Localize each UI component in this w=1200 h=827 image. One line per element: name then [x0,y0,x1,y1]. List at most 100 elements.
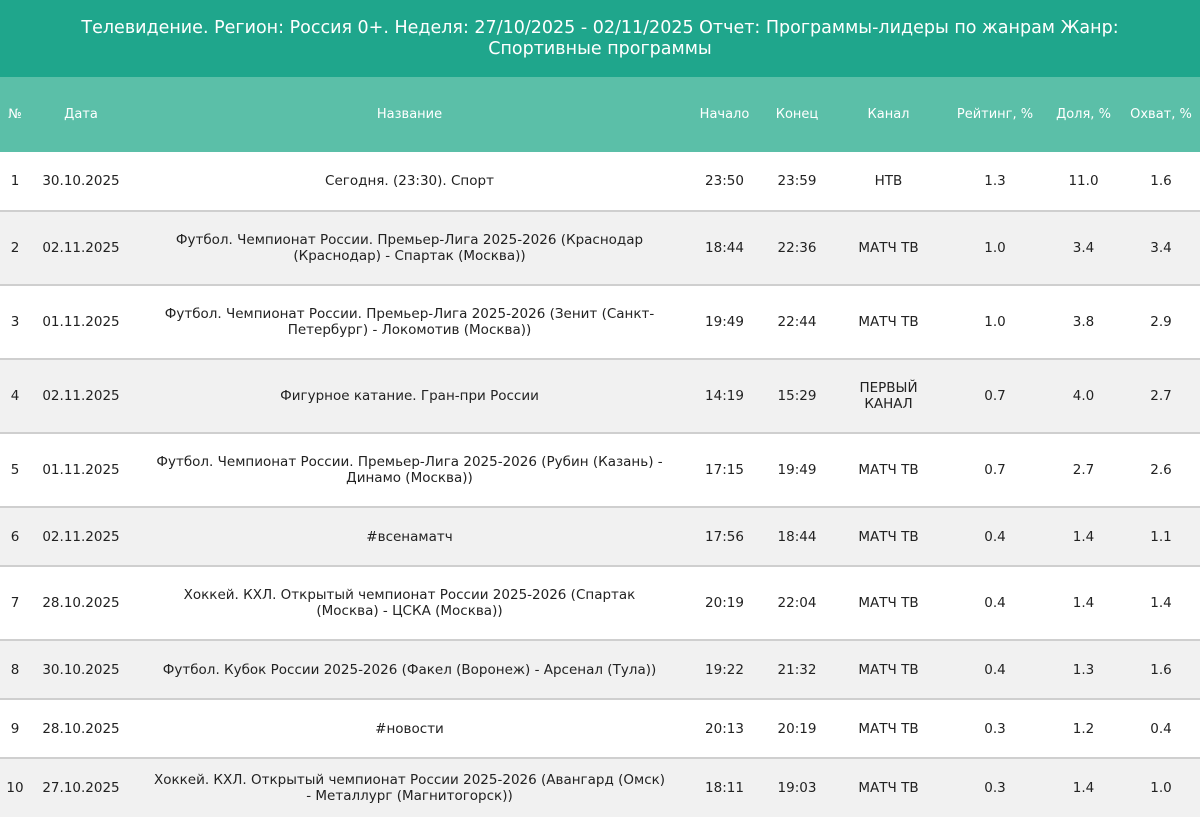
cell-start: 18:44 [687,211,762,286]
cell-date: 28.10.2025 [30,699,132,759]
cell-name: Хоккей. КХЛ. Открытый чемпионат России 2… [132,758,687,817]
cell-channel: МАТЧ ТВ [832,285,945,360]
cell-name: Сегодня. (23:30). Спорт [132,152,687,212]
cell-start: 17:56 [687,507,762,567]
cell-rating: 0.7 [945,433,1045,508]
cell-number: 4 [0,359,30,434]
cell-reach: 2.6 [1122,433,1200,508]
cell-channel: ПЕРВЫЙ КАНАЛ [832,359,945,434]
cell-channel: МАТЧ ТВ [832,640,945,700]
cell-end: 19:49 [762,433,832,508]
cell-reach: 1.4 [1122,566,1200,641]
cell-number: 2 [0,211,30,286]
leaders-table: № Дата Название Начало Конец Канал Рейти… [0,77,1200,817]
cell-end: 20:19 [762,699,832,759]
table-row: 10 27.10.2025 Хоккей. КХЛ. Открытый чемп… [0,758,1200,817]
cell-start: 20:13 [687,699,762,759]
column-header-start: Начало [687,77,762,152]
cell-rating: 0.3 [945,699,1045,759]
table-row: 7 28.10.2025 Хоккей. КХЛ. Открытый чемпи… [0,566,1200,641]
cell-start: 17:15 [687,433,762,508]
column-header-channel: Канал [832,77,945,152]
cell-channel: МАТЧ ТВ [832,758,945,817]
cell-number: 5 [0,433,30,508]
column-header-rating: Рейтинг, % [945,77,1045,152]
cell-share: 1.4 [1045,758,1122,817]
cell-rating: 0.4 [945,566,1045,641]
cell-name: Футбол. Чемпионат России. Премьер-Лига 2… [132,433,687,508]
cell-rating: 1.0 [945,285,1045,360]
table-row: 4 02.11.2025 Фигурное катание. Гран-при … [0,359,1200,434]
cell-reach: 1.6 [1122,640,1200,700]
cell-share: 11.0 [1045,152,1122,212]
column-header-number: № [0,77,30,152]
header-row: № Дата Название Начало Конец Канал Рейти… [0,77,1200,152]
cell-end: 22:04 [762,566,832,641]
cell-reach: 1.1 [1122,507,1200,567]
cell-rating: 1.0 [945,211,1045,286]
cell-date: 28.10.2025 [30,566,132,641]
cell-start: 23:50 [687,152,762,212]
cell-name: #новости [132,699,687,759]
cell-reach: 1.0 [1122,758,1200,817]
cell-share: 3.4 [1045,211,1122,286]
table-row: 1 30.10.2025 Сегодня. (23:30). Спорт 23:… [0,152,1200,212]
table-row: 2 02.11.2025 Футбол. Чемпионат России. П… [0,211,1200,286]
cell-number: 10 [0,758,30,817]
cell-share: 3.8 [1045,285,1122,360]
cell-name: #всенаматч [132,507,687,567]
cell-end: 18:44 [762,507,832,567]
cell-channel: НТВ [832,152,945,212]
column-header-name: Название [132,77,687,152]
cell-channel: МАТЧ ТВ [832,433,945,508]
cell-name: Фигурное катание. Гран-при России [132,359,687,434]
cell-share: 2.7 [1045,433,1122,508]
cell-number: 1 [0,152,30,212]
table-row: 3 01.11.2025 Футбол. Чемпионат России. П… [0,285,1200,360]
cell-rating: 0.3 [945,758,1045,817]
cell-end: 21:32 [762,640,832,700]
cell-rating: 1.3 [945,152,1045,212]
cell-date: 30.10.2025 [30,152,132,212]
cell-end: 15:29 [762,359,832,434]
column-header-reach: Охват, % [1122,77,1200,152]
cell-share: 1.4 [1045,507,1122,567]
cell-date: 01.11.2025 [30,433,132,508]
report-title: Телевидение. Регион: Россия 0+. Неделя: … [0,0,1200,77]
table-row: 5 01.11.2025 Футбол. Чемпионат России. П… [0,433,1200,508]
cell-share: 1.2 [1045,699,1122,759]
cell-number: 3 [0,285,30,360]
cell-end: 22:36 [762,211,832,286]
table-row: 6 02.11.2025 #всенаматч 17:56 18:44 МАТЧ… [0,507,1200,567]
table-header: № Дата Название Начало Конец Канал Рейти… [0,77,1200,152]
cell-start: 19:22 [687,640,762,700]
cell-reach: 0.4 [1122,699,1200,759]
column-header-date: Дата [30,77,132,152]
cell-name: Футбол. Чемпионат России. Премьер-Лига 2… [132,285,687,360]
table-row: 8 30.10.2025 Футбол. Кубок России 2025-2… [0,640,1200,700]
table-row: 9 28.10.2025 #новости 20:13 20:19 МАТЧ Т… [0,699,1200,759]
cell-rating: 0.7 [945,359,1045,434]
cell-reach: 2.7 [1122,359,1200,434]
cell-start: 18:11 [687,758,762,817]
cell-date: 02.11.2025 [30,211,132,286]
table-body: 1 30.10.2025 Сегодня. (23:30). Спорт 23:… [0,152,1200,817]
cell-channel: МАТЧ ТВ [832,211,945,286]
cell-date: 01.11.2025 [30,285,132,360]
cell-start: 14:19 [687,359,762,434]
cell-date: 27.10.2025 [30,758,132,817]
column-header-share: Доля, % [1045,77,1122,152]
cell-number: 6 [0,507,30,567]
cell-number: 7 [0,566,30,641]
cell-end: 22:44 [762,285,832,360]
cell-name: Хоккей. КХЛ. Открытый чемпионат России 2… [132,566,687,641]
cell-date: 02.11.2025 [30,359,132,434]
cell-share: 1.3 [1045,640,1122,700]
cell-start: 20:19 [687,566,762,641]
cell-number: 8 [0,640,30,700]
cell-reach: 3.4 [1122,211,1200,286]
cell-date: 30.10.2025 [30,640,132,700]
cell-rating: 0.4 [945,640,1045,700]
cell-end: 19:03 [762,758,832,817]
cell-number: 9 [0,699,30,759]
